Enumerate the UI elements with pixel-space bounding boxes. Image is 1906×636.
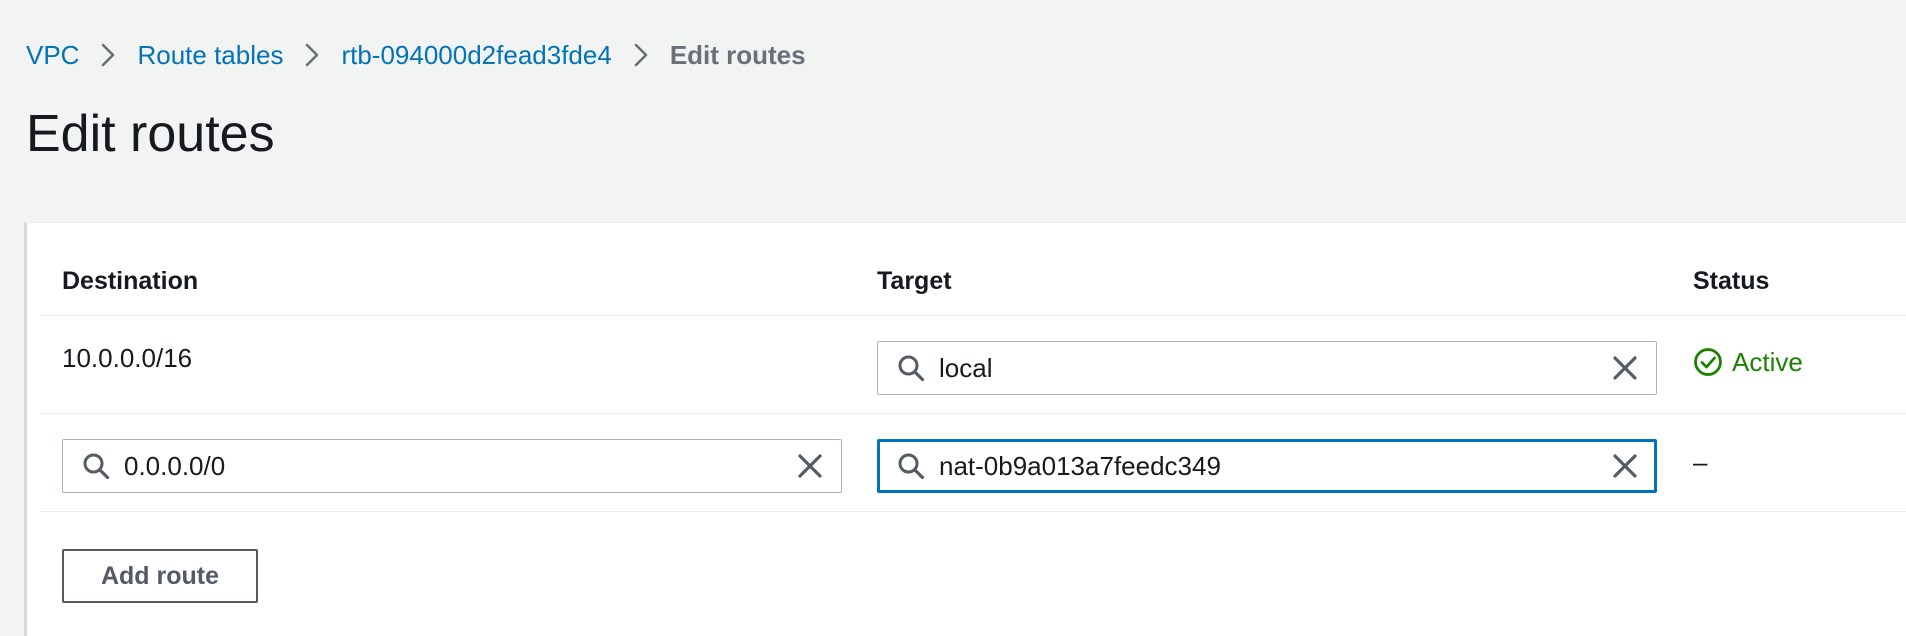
- target-field-row-2: [877, 439, 1657, 493]
- routes-panel: Destination Target Status 10.0.0.0/16 Ac…: [24, 222, 1906, 636]
- page-title: Edit routes: [26, 105, 275, 163]
- chevron-right-icon: [79, 38, 137, 72]
- breadcrumb-link-route-tables[interactable]: Route tables: [137, 38, 283, 72]
- target-input-row-1[interactable]: [939, 342, 1596, 394]
- check-circle-icon: [1694, 348, 1722, 376]
- breadcrumb-link-route-table-id[interactable]: rtb-094000d2fead3fde4: [341, 38, 611, 72]
- route-destination-static: 10.0.0.0/16: [62, 343, 193, 373]
- column-header-status: Status: [1693, 267, 1770, 295]
- chevron-right-icon: [283, 38, 341, 72]
- search-icon: [898, 453, 925, 480]
- breadcrumb: VPC Route tables rtb-094000d2fead3fde4 E…: [26, 38, 806, 72]
- chevron-right-icon: [612, 38, 670, 72]
- close-icon[interactable]: [795, 451, 825, 481]
- destination-input-row-2[interactable]: [124, 440, 781, 492]
- add-route-button[interactable]: Add route: [62, 549, 258, 603]
- status-label: Active: [1732, 347, 1803, 377]
- search-icon: [898, 355, 925, 382]
- close-icon[interactable]: [1610, 451, 1640, 481]
- close-icon[interactable]: [1610, 353, 1640, 383]
- breadcrumb-link-vpc[interactable]: VPC: [26, 38, 79, 72]
- column-header-target: Target: [877, 267, 952, 295]
- search-icon: [83, 453, 110, 480]
- destination-field-row-2: [62, 439, 842, 493]
- row-divider: [40, 413, 1906, 414]
- status-empty: –: [1693, 447, 1708, 477]
- breadcrumb-current: Edit routes: [669, 40, 806, 70]
- target-field-row-1: [877, 341, 1657, 395]
- target-input-row-2[interactable]: [939, 442, 1594, 490]
- column-header-destination: Destination: [62, 267, 199, 295]
- status-badge: Active: [1693, 345, 1803, 379]
- row-divider: [40, 511, 1906, 512]
- row-divider: [40, 315, 1906, 316]
